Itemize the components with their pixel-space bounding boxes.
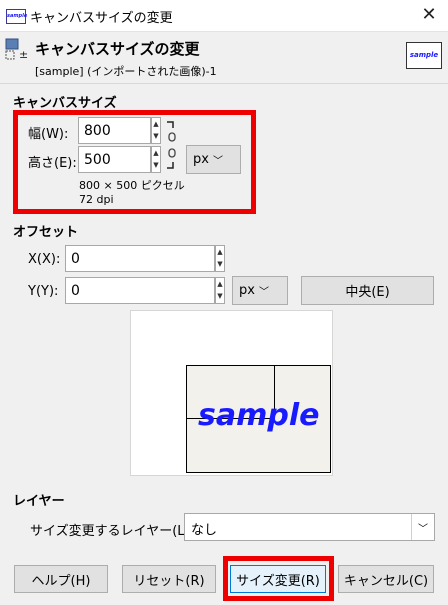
- preview-sample-text: sample: [198, 398, 320, 433]
- app-icon: sample: [6, 9, 27, 24]
- spin-down-icon[interactable]: ▼: [152, 160, 160, 173]
- resize-button[interactable]: サイズ変更(R): [230, 565, 326, 593]
- offset-x-label: X(X):: [28, 252, 61, 267]
- offset-y-spinner[interactable]: ▲ ▼: [215, 277, 225, 304]
- spin-up-icon[interactable]: ▲: [152, 118, 160, 131]
- spin-up-icon[interactable]: ▲: [152, 147, 160, 160]
- spin-up-icon[interactable]: ▲: [216, 278, 224, 291]
- offset-y-label: Y(Y):: [28, 284, 59, 299]
- size-unit-dropdown[interactable]: px ﹀: [186, 145, 241, 174]
- header-separator: [0, 83, 448, 84]
- offset-y-input[interactable]: 0: [65, 277, 215, 304]
- chevron-down-icon: ﹀: [411, 514, 434, 540]
- height-spinner[interactable]: ▲ ▼: [151, 146, 161, 173]
- size-info-dpi: 72 dpi: [79, 193, 114, 206]
- chevron-down-icon: ﹀: [258, 287, 269, 298]
- chain-link-icon[interactable]: [165, 120, 179, 174]
- resize-layers-dropdown[interactable]: なし ﹀: [184, 513, 435, 541]
- image-thumbnail: sample: [406, 42, 442, 69]
- width-spinner[interactable]: ▲ ▼: [151, 117, 161, 144]
- spin-down-icon[interactable]: ▼: [216, 259, 224, 272]
- offset-x-spinner[interactable]: ▲ ▼: [215, 245, 225, 272]
- size-info-pixels: 800 × 500 ピクセル: [79, 179, 185, 192]
- image-name: [sample] (インポートされた画像)-1: [35, 65, 217, 78]
- width-input[interactable]: 800: [78, 117, 151, 144]
- width-label: 幅(W):: [28, 127, 69, 142]
- reset-button[interactable]: リセット(R): [122, 565, 216, 593]
- dialog-heading: キャンバスサイズの変更: [35, 40, 200, 58]
- canvas-size-section-label: キャンバスサイズ: [13, 96, 117, 111]
- offset-unit-dropdown[interactable]: px ﹀: [232, 276, 288, 305]
- layers-section-label: レイヤー: [13, 494, 65, 509]
- chevron-down-icon: ﹀: [212, 156, 223, 167]
- resize-layers-value: なし: [191, 523, 218, 538]
- cancel-button[interactable]: キャンセル(C): [338, 565, 434, 593]
- spin-up-icon[interactable]: ▲: [216, 246, 224, 259]
- center-button[interactable]: 中央(E): [301, 276, 434, 305]
- height-input[interactable]: 500: [78, 146, 151, 173]
- help-button[interactable]: ヘルプ(H): [14, 565, 108, 593]
- spin-down-icon[interactable]: ▼: [216, 291, 224, 304]
- offset-section-label: オフセット: [13, 225, 79, 240]
- canvas-size-icon: ±: [5, 38, 28, 61]
- size-unit-value: px: [193, 152, 209, 167]
- spin-down-icon[interactable]: ▼: [152, 131, 160, 144]
- height-label: 高さ(E):: [28, 156, 77, 171]
- svg-text:±: ±: [19, 48, 27, 60]
- window-title: キャンバスサイズの変更: [30, 11, 173, 26]
- resize-layers-label: サイズ変更するレイヤー(L):: [30, 524, 194, 539]
- close-icon[interactable]: ✕: [417, 3, 441, 27]
- offset-x-input[interactable]: 0: [65, 245, 215, 272]
- offset-unit-value: px: [239, 283, 255, 298]
